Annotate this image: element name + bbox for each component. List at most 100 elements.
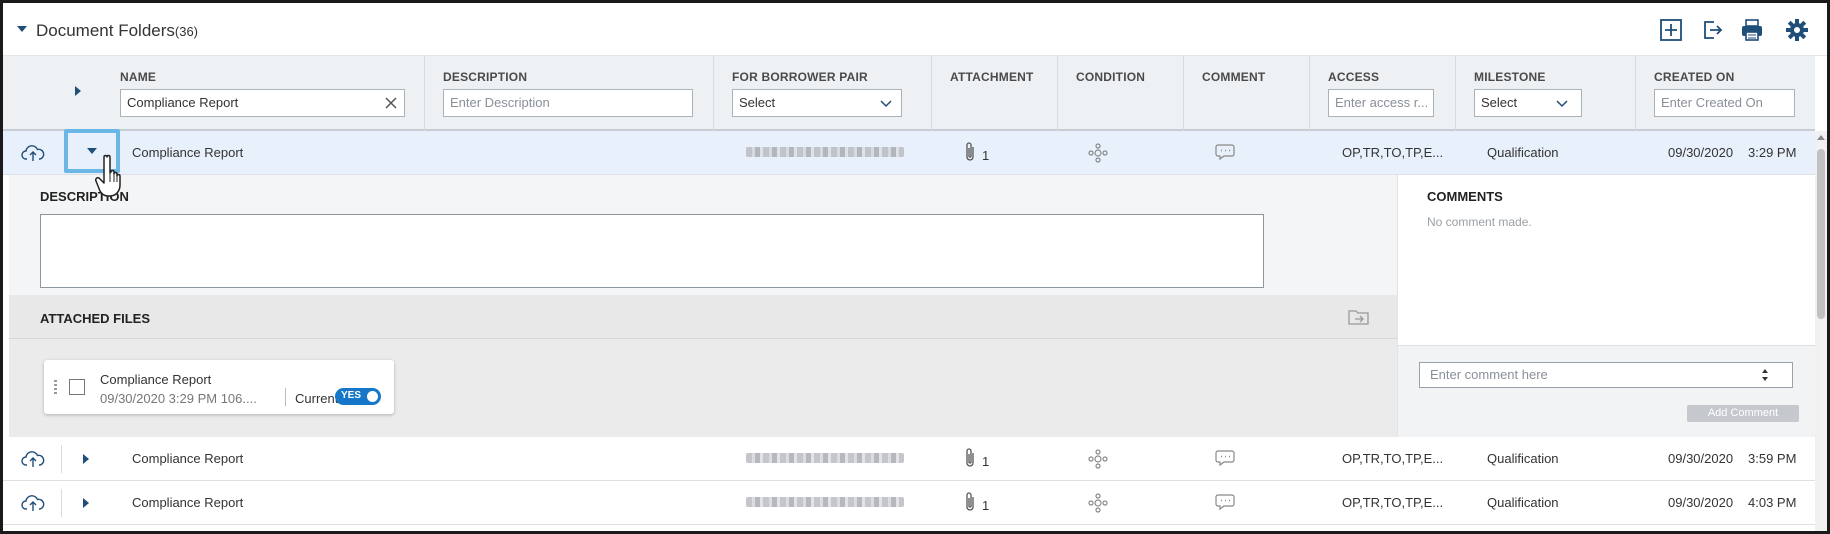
created-on-filter-input[interactable]: Enter Created On: [1654, 89, 1795, 117]
row-created-time: 3:29 PM: [1748, 145, 1797, 160]
chevron-down-icon: [1556, 100, 1568, 108]
column-description-label: DESCRIPTION: [443, 70, 528, 84]
drag-handle-icon[interactable]: [54, 380, 57, 394]
add-comment-button[interactable]: Add Comment: [1687, 405, 1799, 422]
attached-files-header: ATTACHED FILES: [9, 295, 1397, 339]
comment-bubble-icon[interactable]: [1215, 449, 1235, 467]
export-button[interactable]: [1699, 17, 1725, 43]
expand-all-chevron-icon[interactable]: [75, 86, 81, 96]
chevron-down-icon: [880, 100, 892, 108]
column-attachment: ATTACHMENT: [931, 56, 1057, 131]
row-milestone: Qualification: [1487, 451, 1559, 466]
row-name[interactable]: Compliance Report: [132, 495, 243, 510]
column-milestone-label: MILESTONE: [1474, 70, 1546, 84]
printer-icon: [1742, 19, 1762, 41]
attachment-count: 1: [982, 454, 990, 469]
file-name[interactable]: Compliance Report: [100, 372, 211, 387]
expand-row-chevron-icon[interactable]: [83, 454, 89, 464]
expanded-row-details: DESCRIPTION ATTACHED FILES Compliance Re…: [9, 175, 1816, 437]
table-row[interactable]: Compliance Report 1 OP,TR,TO,TP,E... Qua…: [3, 481, 1815, 525]
row-name[interactable]: Compliance Report: [132, 451, 243, 466]
borrower-pair-redacted: [746, 497, 904, 507]
access-filter-input[interactable]: Enter access r...: [1328, 89, 1434, 117]
comment-bubble-icon[interactable]: [1215, 493, 1235, 511]
export-icon: [1704, 21, 1723, 39]
comment-input[interactable]: Enter comment here: [1419, 362, 1793, 388]
paperclip-icon[interactable]: [964, 141, 976, 163]
borrower-pair-select[interactable]: Select: [732, 89, 902, 117]
row-access: OP,TR,TO,TP,E...: [1342, 451, 1444, 466]
settings-button[interactable]: [1784, 17, 1810, 43]
row-milestone: Qualification: [1487, 495, 1559, 510]
column-description: DESCRIPTION Enter Description: [424, 56, 713, 131]
current-toggle[interactable]: YES: [335, 388, 381, 405]
scroll-up-icon[interactable]: [1817, 135, 1825, 140]
collapse-caret-icon[interactable]: [17, 26, 27, 32]
file-meta: 09/30/2020 3:29 PM 106....: [100, 391, 257, 406]
row-name[interactable]: Compliance Report: [132, 145, 243, 160]
row-created-time: 3:59 PM: [1748, 451, 1797, 466]
attachment-count: 1: [982, 498, 990, 513]
column-condition-label: CONDITION: [1076, 70, 1146, 84]
current-label: Current: [295, 391, 339, 406]
row-created-date: 09/30/2020: [1668, 145, 1734, 160]
expand-row-chevron-icon[interactable]: [83, 498, 89, 508]
column-comment: COMMENT: [1183, 56, 1309, 131]
attached-files-label: ATTACHED FILES: [40, 311, 151, 326]
page-title-text: Document Folders: [36, 21, 175, 40]
scroll-thumb[interactable]: [1817, 149, 1825, 319]
document-folders-header: Document Folders(36): [3, 3, 1827, 56]
row-access: OP,TR,TO,TP,E...: [1342, 495, 1444, 510]
row-access: OP,TR,TO,TP,E...: [1342, 145, 1444, 160]
name-filter-input[interactable]: Compliance Report: [120, 89, 405, 117]
column-comment-label: COMMENT: [1202, 70, 1266, 84]
column-borrower-pair: FOR BORROWER PAIR Select: [713, 56, 931, 131]
cloud-upload-icon[interactable]: [21, 143, 45, 163]
move-to-folder-icon[interactable]: [1347, 308, 1371, 326]
comments-label: COMMENTS: [1427, 189, 1503, 204]
row-created-date: 09/30/2020: [1668, 495, 1734, 510]
paperclip-icon[interactable]: [964, 491, 976, 513]
description-textarea[interactable]: [40, 214, 1264, 288]
cloud-upload-icon[interactable]: [21, 449, 45, 469]
vertical-scrollbar[interactable]: [1815, 131, 1827, 531]
app-frame: Document Folders(36) NAME Compliance Rep…: [0, 0, 1830, 534]
clear-filter-icon[interactable]: [384, 96, 398, 110]
attached-file-card[interactable]: Compliance Report 09/30/2020 3:29 PM 106…: [44, 360, 394, 414]
column-milestone: MILESTONE Select: [1455, 56, 1635, 131]
borrower-pair-redacted: [746, 453, 904, 463]
description-filter-input[interactable]: Enter Description: [443, 89, 693, 117]
column-name-label: NAME: [120, 70, 157, 84]
condition-icon[interactable]: [1088, 449, 1108, 469]
divider: [61, 489, 62, 517]
borrower-pair-redacted: [746, 147, 904, 157]
print-button[interactable]: [1739, 17, 1765, 43]
column-access: ACCESS Enter access r...: [1309, 56, 1455, 131]
column-condition: CONDITION: [1057, 56, 1183, 131]
paperclip-icon[interactable]: [964, 447, 976, 469]
add-document-button[interactable]: [1658, 17, 1684, 43]
folder-count: (36): [174, 24, 199, 39]
column-borrower-pair-label: FOR BORROWER PAIR: [732, 70, 868, 84]
condition-icon[interactable]: [1088, 493, 1108, 513]
divider: [61, 445, 62, 473]
row-created-time: 4:03 PM: [1748, 495, 1797, 510]
page-title: Document Folders(36): [36, 21, 198, 41]
column-attachment-label: ATTACHMENT: [950, 70, 1034, 84]
table-row[interactable]: Compliance Report 1 OP,TR,TO,TP,E... Qua…: [3, 437, 1815, 481]
column-access-label: ACCESS: [1328, 70, 1380, 84]
table-row[interactable]: Compliance Report 1 OP,TR,TO,TP,E... Qua…: [3, 131, 1815, 175]
file-checkbox[interactable]: [69, 379, 85, 395]
attached-files-section: ATTACHED FILES Compliance Report 09/30/2…: [9, 295, 1397, 437]
description-section: DESCRIPTION: [9, 175, 1397, 295]
row-created-date: 09/30/2020: [1668, 451, 1734, 466]
row-milestone: Qualification: [1487, 145, 1559, 160]
spinner-arrows-icon[interactable]: [1760, 366, 1770, 384]
comment-bubble-icon[interactable]: [1215, 143, 1235, 161]
cloud-upload-icon[interactable]: [21, 493, 45, 513]
hand-pointer-icon: [95, 154, 121, 197]
column-created-on: CREATED ON Enter Created On: [1635, 56, 1815, 131]
plus-box-icon: [1660, 19, 1682, 41]
condition-icon[interactable]: [1088, 143, 1108, 163]
gear-icon: [1786, 19, 1808, 41]
